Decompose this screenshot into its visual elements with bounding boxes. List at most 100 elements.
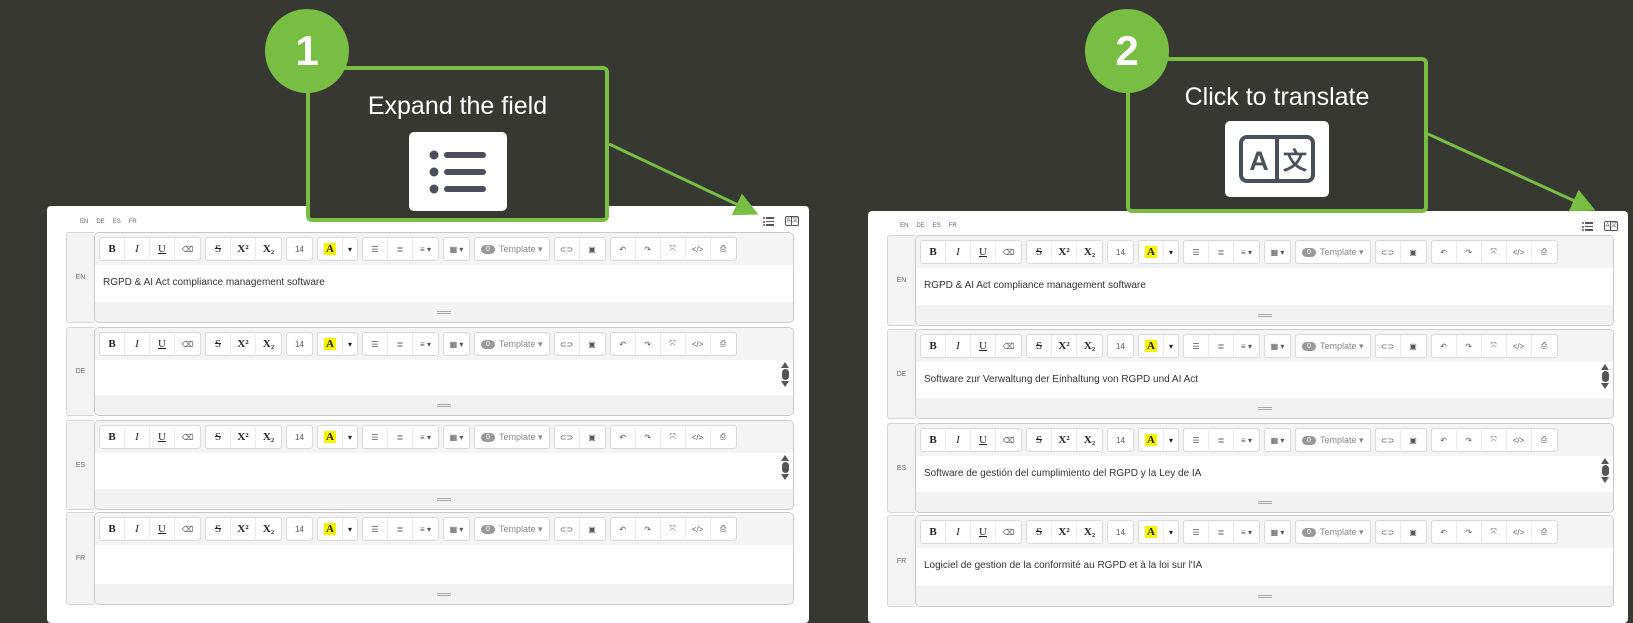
highlight-color-button[interactable]: A xyxy=(1139,335,1164,357)
strikethrough-button[interactable]: S xyxy=(206,518,231,540)
resize-handle[interactable] xyxy=(95,489,793,509)
bold-button[interactable]: B xyxy=(921,335,946,357)
align-dropdown[interactable]: ≡ ▾ xyxy=(413,333,438,355)
lang-link-es[interactable]: ES xyxy=(933,223,941,229)
code-view-icon[interactable]: </> xyxy=(686,518,711,540)
align-dropdown[interactable]: ≡ ▾ xyxy=(413,518,438,540)
superscript-button[interactable]: X² xyxy=(231,238,256,260)
undo-icon[interactable]: ↶ xyxy=(611,333,636,355)
underline-button[interactable]: U xyxy=(150,238,175,260)
undo-icon[interactable]: ↶ xyxy=(1432,241,1457,263)
lang-link-en[interactable]: EN xyxy=(80,219,88,225)
link-icon[interactable]: ⊂⊃ xyxy=(1376,429,1401,451)
italic-button[interactable]: I xyxy=(946,429,971,451)
template-dropdown[interactable]: 0 Template ▾ xyxy=(1296,521,1370,543)
font-size-select[interactable]: 14 xyxy=(287,426,312,448)
lang-link-de[interactable]: DE xyxy=(96,219,104,225)
code-view-icon[interactable]: </> xyxy=(1507,241,1532,263)
image-icon[interactable]: ▣ xyxy=(1401,521,1426,543)
italic-button[interactable]: I xyxy=(125,238,150,260)
fullscreen-icon[interactable]: ⤧ xyxy=(1482,335,1507,357)
translate-icon[interactable]: A文 xyxy=(1604,221,1618,231)
redo-icon[interactable]: ↷ xyxy=(1457,241,1482,263)
resize-handle[interactable] xyxy=(916,305,1613,325)
superscript-button[interactable]: X² xyxy=(1052,429,1077,451)
eraser-icon[interactable]: ⌫ xyxy=(996,241,1021,263)
subscript-button[interactable]: X₂ xyxy=(1077,241,1102,263)
underline-button[interactable]: U xyxy=(150,333,175,355)
redo-icon[interactable]: ↷ xyxy=(1457,429,1482,451)
scrollbar[interactable] xyxy=(781,455,789,480)
table-icon[interactable]: ▦ ▾ xyxy=(1265,335,1290,357)
superscript-button[interactable]: X² xyxy=(231,518,256,540)
chevron-down-icon[interactable]: ▾ xyxy=(343,238,357,260)
scrollbar[interactable] xyxy=(1601,364,1609,389)
fullscreen-icon[interactable]: ⤧ xyxy=(661,518,686,540)
resize-handle[interactable] xyxy=(95,395,793,415)
editor-content[interactable]: Software de gestión del cumplimiento del… xyxy=(916,456,1613,492)
italic-button[interactable]: I xyxy=(125,426,150,448)
table-icon[interactable]: ▦ ▾ xyxy=(1265,241,1290,263)
bullet-list-icon[interactable]: ☰ xyxy=(1184,429,1209,451)
chevron-down-icon[interactable]: ▾ xyxy=(1164,241,1178,263)
link-icon[interactable]: ⊂⊃ xyxy=(1376,521,1401,543)
table-icon[interactable]: ▦ ▾ xyxy=(1265,521,1290,543)
font-size-select[interactable]: 14 xyxy=(287,333,312,355)
editor-content[interactable]: Software zur Verwaltung der Einhaltung v… xyxy=(916,362,1613,398)
align-dropdown[interactable]: ≡ ▾ xyxy=(1234,335,1259,357)
redo-icon[interactable]: ↷ xyxy=(1457,521,1482,543)
image-icon[interactable]: ▣ xyxy=(1401,335,1426,357)
chevron-down-icon[interactable]: ▾ xyxy=(1164,335,1178,357)
superscript-button[interactable]: X² xyxy=(231,426,256,448)
numbered-list-icon[interactable]: ≣ xyxy=(388,333,413,355)
image-icon[interactable]: ▣ xyxy=(580,333,605,355)
font-size-select[interactable]: 14 xyxy=(1108,241,1133,263)
editor-content[interactable] xyxy=(95,453,793,489)
lang-link-es[interactable]: ES xyxy=(113,219,121,225)
highlight-color-button[interactable]: A xyxy=(318,518,343,540)
redo-icon[interactable]: ↷ xyxy=(1457,335,1482,357)
strikethrough-button[interactable]: S xyxy=(206,333,231,355)
eraser-icon[interactable]: ⌫ xyxy=(175,238,200,260)
template-dropdown[interactable]: 0 Template ▾ xyxy=(475,333,549,355)
resize-handle[interactable] xyxy=(95,584,793,604)
strikethrough-button[interactable]: S xyxy=(1027,241,1052,263)
numbered-list-icon[interactable]: ≣ xyxy=(388,426,413,448)
bold-button[interactable]: B xyxy=(100,333,125,355)
image-icon[interactable]: ▣ xyxy=(1401,429,1426,451)
editor-content[interactable]: RGPD & AI Act compliance management soft… xyxy=(95,265,793,302)
font-size-select[interactable]: 14 xyxy=(287,238,312,260)
template-dropdown[interactable]: 0 Template ▾ xyxy=(475,238,549,260)
eraser-icon[interactable]: ⌫ xyxy=(996,521,1021,543)
highlight-color-button[interactable]: A xyxy=(1139,521,1164,543)
resize-handle[interactable] xyxy=(916,398,1613,418)
subscript-button[interactable]: X₂ xyxy=(256,333,281,355)
highlight-color-button[interactable]: A xyxy=(318,238,343,260)
underline-button[interactable]: U xyxy=(971,335,996,357)
scrollbar[interactable] xyxy=(1601,458,1609,483)
image-icon[interactable]: ▣ xyxy=(580,518,605,540)
table-icon[interactable]: ▦ ▾ xyxy=(444,518,469,540)
superscript-button[interactable]: X² xyxy=(1052,335,1077,357)
subscript-button[interactable]: X₂ xyxy=(1077,521,1102,543)
template-dropdown[interactable]: 0 Template ▾ xyxy=(1296,335,1370,357)
print-icon[interactable]: ⎙ xyxy=(1532,335,1557,357)
font-size-select[interactable]: 14 xyxy=(1108,429,1133,451)
align-dropdown[interactable]: ≡ ▾ xyxy=(413,426,438,448)
resize-handle[interactable] xyxy=(916,586,1613,606)
font-size-select[interactable]: 14 xyxy=(1108,521,1133,543)
print-icon[interactable]: ⎙ xyxy=(1532,241,1557,263)
chevron-down-icon[interactable]: ▾ xyxy=(343,333,357,355)
bullet-list-icon[interactable]: ☰ xyxy=(1184,241,1209,263)
table-icon[interactable]: ▦ ▾ xyxy=(444,333,469,355)
lang-link-fr[interactable]: FR xyxy=(129,219,137,225)
italic-button[interactable]: I xyxy=(946,521,971,543)
redo-icon[interactable]: ↷ xyxy=(636,426,661,448)
chevron-down-icon[interactable]: ▾ xyxy=(1164,521,1178,543)
print-icon[interactable]: ⎙ xyxy=(1532,521,1557,543)
underline-button[interactable]: U xyxy=(971,521,996,543)
italic-button[interactable]: I xyxy=(946,335,971,357)
editor-content[interactable]: RGPD & AI Act compliance management soft… xyxy=(916,268,1613,305)
font-size-select[interactable]: 14 xyxy=(287,518,312,540)
code-view-icon[interactable]: </> xyxy=(686,238,711,260)
